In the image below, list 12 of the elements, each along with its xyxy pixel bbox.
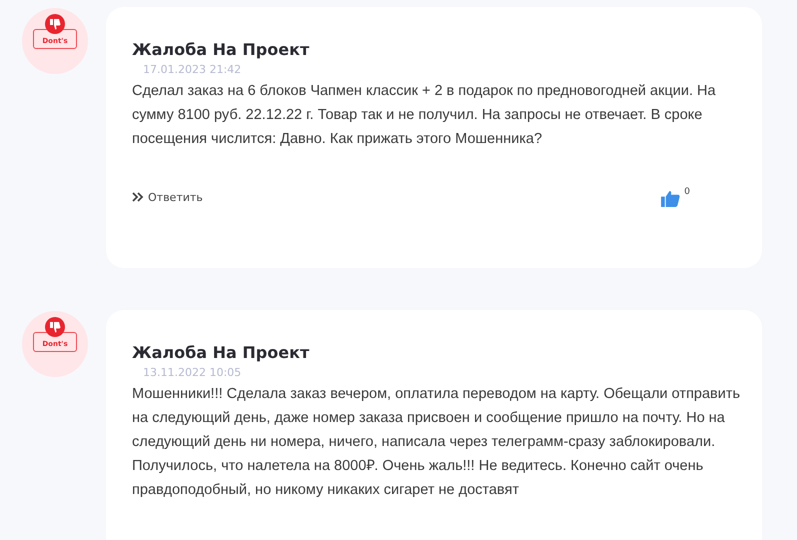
like-count: 0 (684, 187, 690, 197)
review-text: Сделал заказ на 6 блоков Чапмен классик + 2 в подарок по предновогодней акции. На сумму 8100 руб. 22.12.22 г. Товар так и не получил. На запросы не отвечает. В сроке посещения числится: Давно. Как прижать этого Мошенника? (132, 82, 717, 149)
review-title: Жалоба На Проект (132, 343, 310, 362)
review-title: Жалоба На Проект (132, 40, 310, 59)
thumbs-up-icon[interactable] (661, 190, 680, 207)
review-text: Мошенники!!! Сделала заказ вечером, оплатила переводом на карту. Обещали отправить на следующий день, даже номер заказа присвоен и сообщение пришло на почту. Но на следующий день ни номера, ничего, написала через телеграмм-сразу заблокировали. Получилось, что налетела на 8000₽. Очень жаль!!! Не ведитесь. Конечно сайт очень правдоподобный, но никому никаких сигарет не доставят (132, 385, 742, 500)
thumbs-down-icon (45, 14, 65, 34)
reply-link[interactable]: Ответить (132, 190, 203, 204)
review-date: 17.01.2023 21:42 (143, 63, 242, 76)
thumbs-down-icon (45, 317, 65, 337)
review-date: 13.11.2022 10:05 (143, 366, 242, 379)
double-chevron-icon (132, 192, 144, 202)
